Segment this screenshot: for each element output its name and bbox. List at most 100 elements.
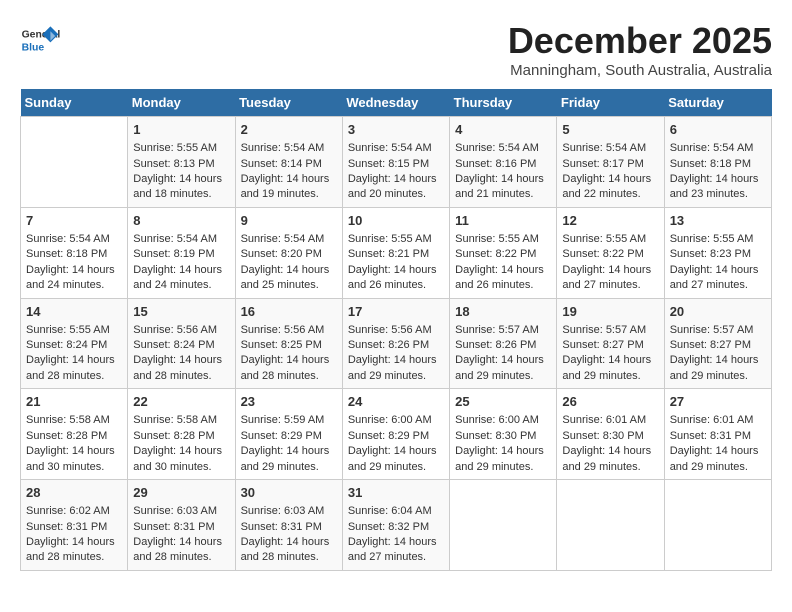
day-header-sunday: Sunday	[21, 89, 128, 117]
daylight-hours: Daylight: 14 hours and 24 minutes.	[133, 264, 222, 291]
calendar-cell: 5Sunrise: 5:54 AMSunset: 8:17 PMDaylight…	[557, 117, 664, 208]
calendar-cell: 16Sunrise: 5:56 AMSunset: 8:25 PMDayligh…	[235, 298, 342, 389]
daylight-hours: Daylight: 14 hours and 27 minutes.	[348, 536, 437, 563]
sunrise-time: Sunrise: 5:55 AM	[455, 233, 539, 245]
sunrise-time: Sunrise: 5:55 AM	[26, 324, 110, 336]
location: Manningham, South Australia, Australia	[508, 62, 772, 79]
calendar-cell: 12Sunrise: 5:55 AMSunset: 8:22 PMDayligh…	[557, 207, 664, 298]
calendar-cell: 9Sunrise: 5:54 AMSunset: 8:20 PMDaylight…	[235, 207, 342, 298]
sunrise-time: Sunrise: 5:54 AM	[241, 142, 325, 154]
week-row-2: 14 Sunrise: 5:55 AM Sunset: 8:24 PM Dayligh…	[21, 298, 772, 389]
sunset-time: Sunset: 8:14 PM	[241, 158, 322, 170]
calendar-cell: 22Sunrise: 5:58 AMSunset: 8:28 PMDayligh…	[128, 389, 235, 480]
calendar-cell: 23Sunrise: 5:59 AMSunset: 8:29 PMDayligh…	[235, 389, 342, 480]
sunset-time: Sunset: 8:20 PM	[241, 248, 322, 260]
sunset-time: Sunset: 8:30 PM	[562, 430, 643, 442]
calendar-cell: 30Sunrise: 6:03 AMSunset: 8:31 PMDayligh…	[235, 480, 342, 571]
daylight-hours: Daylight: 14 hours and 22 minutes.	[562, 173, 651, 200]
sunset-time: Sunset: 8:16 PM	[455, 158, 536, 170]
sunrise-time: Sunrise: 6:00 AM	[348, 414, 432, 426]
daylight-hours: Daylight: 14 hours and 29 minutes.	[455, 354, 544, 381]
day-number: 2	[241, 121, 337, 139]
calendar-cell: 4Sunrise: 5:54 AMSunset: 8:16 PMDaylight…	[450, 117, 557, 208]
title-block: December 2025 Manningham, South Australi…	[508, 20, 772, 79]
day-header-friday: Friday	[557, 89, 664, 117]
sunrise-time: Sunrise: 5:55 AM	[670, 233, 754, 245]
daylight-hours: Daylight: 14 hours and 26 minutes.	[348, 264, 437, 291]
sunrise-time: Sunrise: 5:57 AM	[670, 324, 754, 336]
calendar-cell: 29 Sunrise: 6:03 AM Sunset: 8:31 PM Dayligh…	[128, 480, 235, 571]
daylight-hours: Daylight: 14 hours and 29 minutes.	[562, 445, 651, 472]
calendar-table: SundayMondayTuesdayWednesdayThursdayFrid…	[20, 89, 772, 571]
sunrise-time: Sunrise: 5:54 AM	[455, 142, 539, 154]
day-number: 7	[26, 212, 122, 230]
sunset-time: Sunset: 8:26 PM	[455, 339, 536, 351]
daylight-hours: Daylight: 14 hours and 18 minutes.	[133, 173, 222, 200]
calendar-body: 1 Sunrise: 5:55 AM Sunset: 8:13 PM Daylight…	[21, 117, 772, 571]
sunrise-time: Sunrise: 5:55 AM	[133, 142, 217, 154]
sunset-time: Sunset: 8:31 PM	[133, 521, 214, 533]
sunset-time: Sunset: 8:28 PM	[26, 430, 107, 442]
calendar-cell: 7Sunrise: 5:54 AMSunset: 8:18 PMDaylight…	[21, 207, 128, 298]
day-header-saturday: Saturday	[664, 89, 771, 117]
logo: General Blue	[20, 20, 64, 60]
day-number: 13	[670, 212, 766, 230]
calendar-cell: 14Sunrise: 5:55 AMSunset: 8:24 PMDayligh…	[21, 298, 128, 389]
day-number: 22	[133, 393, 229, 411]
sunrise-time: Sunrise: 5:57 AM	[562, 324, 646, 336]
sunrise-time: Sunrise: 5:54 AM	[26, 233, 110, 245]
day-number: 28	[26, 484, 122, 502]
sunrise-time: Sunrise: 5:54 AM	[562, 142, 646, 154]
daylight-hours: Daylight: 14 hours and 28 minutes.	[26, 536, 115, 563]
daylight-hours: Daylight: 14 hours and 28 minutes.	[26, 354, 115, 381]
sunrise-time: Sunrise: 6:00 AM	[455, 414, 539, 426]
day-number: 26	[562, 393, 658, 411]
calendar-cell: 21Sunrise: 5:58 AMSunset: 8:28 PMDayligh…	[21, 389, 128, 480]
day-number: 21	[26, 393, 122, 411]
sunset-time: Sunset: 8:21 PM	[348, 248, 429, 260]
calendar-cell	[664, 480, 771, 571]
sunset-time: Sunset: 8:32 PM	[348, 521, 429, 533]
calendar-cell: 1 Sunrise: 5:55 AM Sunset: 8:13 PM Daylight…	[128, 117, 235, 208]
svg-text:Blue: Blue	[22, 42, 45, 53]
logo-icon: General Blue	[20, 20, 60, 60]
daylight-hours: Daylight: 14 hours and 19 minutes.	[241, 173, 330, 200]
sunset-time: Sunset: 8:19 PM	[133, 248, 214, 260]
sunset-time: Sunset: 8:24 PM	[133, 339, 214, 351]
daylight-hours: Daylight: 14 hours and 28 minutes.	[133, 354, 222, 381]
day-number: 17	[348, 303, 444, 321]
daylight-hours: Daylight: 14 hours and 29 minutes.	[348, 354, 437, 381]
calendar-cell: 11Sunrise: 5:55 AMSunset: 8:22 PMDayligh…	[450, 207, 557, 298]
day-header-monday: Monday	[128, 89, 235, 117]
daylight-hours: Daylight: 14 hours and 29 minutes.	[455, 445, 544, 472]
calendar-cell	[557, 480, 664, 571]
sunrise-time: Sunrise: 6:01 AM	[670, 414, 754, 426]
day-number: 31	[348, 484, 444, 502]
sunset-time: Sunset: 8:15 PM	[348, 158, 429, 170]
calendar-cell: 13Sunrise: 5:55 AMSunset: 8:23 PMDayligh…	[664, 207, 771, 298]
sunset-time: Sunset: 8:13 PM	[133, 158, 214, 170]
day-number: 5	[562, 121, 658, 139]
day-number: 29	[133, 484, 229, 502]
sunrise-time: Sunrise: 6:03 AM	[133, 505, 217, 517]
day-number: 12	[562, 212, 658, 230]
day-number: 1	[133, 121, 229, 139]
daylight-hours: Daylight: 14 hours and 28 minutes.	[133, 536, 222, 563]
sunrise-time: Sunrise: 5:56 AM	[241, 324, 325, 336]
day-header-wednesday: Wednesday	[342, 89, 449, 117]
daylight-hours: Daylight: 14 hours and 28 minutes.	[241, 354, 330, 381]
sunrise-time: Sunrise: 5:57 AM	[455, 324, 539, 336]
sunrise-time: Sunrise: 5:54 AM	[133, 233, 217, 245]
sunset-time: Sunset: 8:27 PM	[670, 339, 751, 351]
calendar-cell: 24Sunrise: 6:00 AMSunset: 8:29 PMDayligh…	[342, 389, 449, 480]
day-number: 19	[562, 303, 658, 321]
daylight-hours: Daylight: 14 hours and 29 minutes.	[562, 354, 651, 381]
sunrise-time: Sunrise: 5:59 AM	[241, 414, 325, 426]
sunrise-time: Sunrise: 6:03 AM	[241, 505, 325, 517]
sunset-time: Sunset: 8:26 PM	[348, 339, 429, 351]
sunrise-time: Sunrise: 5:54 AM	[241, 233, 325, 245]
sunset-time: Sunset: 8:27 PM	[562, 339, 643, 351]
daylight-hours: Daylight: 14 hours and 30 minutes.	[133, 445, 222, 472]
sunrise-time: Sunrise: 6:01 AM	[562, 414, 646, 426]
day-number: 14	[26, 303, 122, 321]
